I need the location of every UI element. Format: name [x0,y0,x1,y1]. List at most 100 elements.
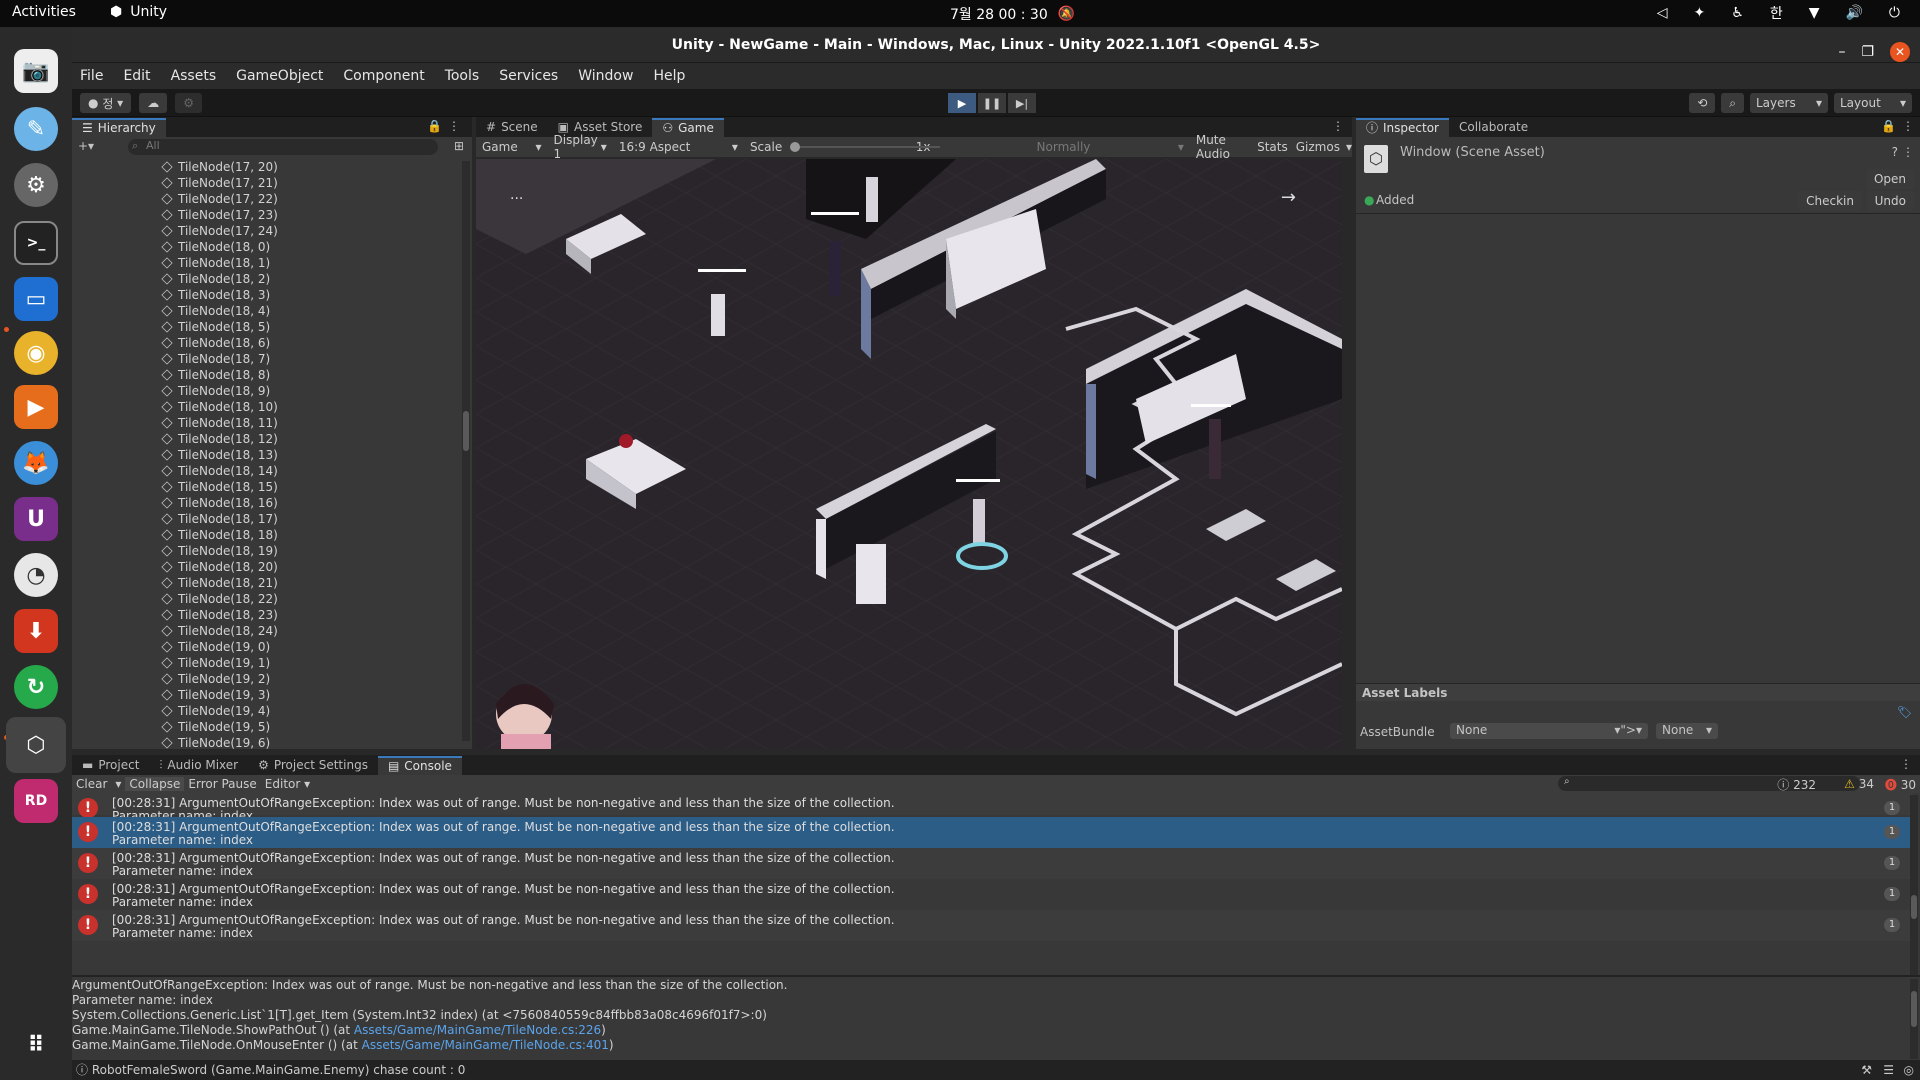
editor-target-dropdown[interactable]: Editor ▾ [261,777,314,791]
settings-app-icon[interactable]: ⚙ [14,163,58,207]
console-entry[interactable]: ! [00:28:31] ArgumentOutOfRangeException:… [72,879,1912,910]
menu-help[interactable]: Help [653,68,685,84]
tab-project[interactable]: ▬ Project [72,756,149,775]
power-icon[interactable]: ⏻ [1889,5,1900,21]
scene-visibility-icon[interactable]: ⊞ [454,139,464,153]
debug-icon[interactable]: ⚒ [1861,1060,1872,1080]
hierarchy-item[interactable]: TileNode(19, 6) [72,735,462,749]
show-apps-icon[interactable]: ⠿ [14,1023,58,1067]
progress-icon[interactable]: ◎ [1904,1060,1914,1080]
hierarchy-item[interactable]: TileNode(18, 9) [72,383,462,399]
console-list-scrollbar[interactable] [1910,795,1918,975]
hierarchy-search-input[interactable]: ⌕ All [128,139,438,155]
ingame-menu-button[interactable]: ... [510,187,523,203]
hierarchy-item[interactable]: TileNode(17, 23) [72,207,462,223]
activities-button[interactable]: Activities [12,4,76,20]
accessibility-icon[interactable]: ♿ [1731,5,1744,21]
pencil-app-icon[interactable]: ✎ [14,107,58,151]
hierarchy-item[interactable]: TileNode(18, 18) [72,527,462,543]
hierarchy-item[interactable]: TileNode(18, 20) [72,559,462,575]
assetbundle-dropdown[interactable]: None ▾">▾ [1450,723,1648,739]
hierarchy-item[interactable]: TileNode(18, 14) [72,463,462,479]
ingame-next-button[interactable]: → [1281,187,1296,208]
hierarchy-item[interactable]: TileNode(18, 4) [72,303,462,319]
fox-app-icon[interactable]: 🦊 [14,441,58,485]
menu-tools[interactable]: Tools [445,68,480,84]
maximize-icon[interactable]: ❐ [1861,34,1874,70]
error-filter-toggle[interactable]: ⓿ 30 [1885,776,1916,793]
menu-assets[interactable]: Assets [171,68,217,84]
open-button[interactable]: Open [1865,169,1914,189]
menu-gameobject[interactable]: GameObject [236,68,323,84]
clock[interactable]: 7월 28 00 : 30 🔕 [950,4,1075,24]
terminal-app-icon[interactable]: >_ [14,221,58,265]
hierarchy-item[interactable]: TileNode(19, 3) [72,687,462,703]
console-entry[interactable]: ! [00:28:31] ArgumentOutOfRangeException:… [72,817,1912,848]
downloader-app-icon[interactable]: ⬇ [14,609,58,653]
layers-dropdown[interactable]: Layers ▾ [1750,93,1828,113]
menu-edit[interactable]: Edit [123,68,150,84]
chevron-down-icon[interactable]: ▾ [111,777,125,791]
hierarchy-item[interactable]: TileNode(18, 11) [72,415,462,431]
pause-button[interactable]: ❚❚ [978,93,1006,113]
stats-toggle[interactable]: Stats [1257,140,1288,154]
hierarchy-item[interactable]: TileNode(19, 0) [72,639,462,655]
hierarchy-item[interactable]: TileNode(18, 12) [72,431,462,447]
help-icon[interactable]: ? [1892,145,1898,159]
hierarchy-item[interactable]: TileNode(17, 24) [72,223,462,239]
hierarchy-item[interactable]: TileNode(18, 10) [72,399,462,415]
window-titlebar[interactable]: Unity - NewGame - Main - Windows, Mac, L… [72,27,1920,63]
more-menu-icon[interactable]: ⋮ [1900,757,1912,771]
chrome-app-icon[interactable]: ◉ [14,331,58,375]
gizmos-toggle[interactable]: Gizmos [1296,140,1340,154]
close-icon[interactable]: ✕ [1890,42,1910,62]
volume-icon[interactable]: 🔊 [1845,5,1862,21]
stack-icon[interactable]: ☰ [1883,1060,1894,1080]
lock-icon[interactable]: 🔒 [427,119,442,133]
wifi-icon[interactable]: ▼ [1809,5,1820,21]
tag-icon[interactable]: 🏷 [1897,705,1912,719]
hierarchy-item[interactable]: TileNode(18, 0) [72,239,462,255]
error-pause-toggle[interactable]: Error Pause [184,777,260,791]
hierarchy-item[interactable]: TileNode(17, 21) [72,175,462,191]
tab-console[interactable]: ▤ Console [377,756,462,775]
cloud-button[interactable]: ☁ [139,93,168,113]
video-player-app-icon[interactable]: ▶ [14,385,58,429]
hierarchy-item[interactable]: TileNode(18, 24) [72,623,462,639]
tab-game[interactable]: ⚇ Game [652,118,724,137]
game-mode-dropdown[interactable]: Game ▾ [476,140,548,154]
play-focus-dropdown[interactable]: Normally ▾ [1031,140,1190,154]
rider-app-icon[interactable]: RD [14,779,58,823]
chevron-down-icon[interactable]: ▾ [1346,140,1352,154]
hierarchy-item[interactable]: TileNode(19, 2) [72,671,462,687]
hierarchy-item[interactable]: TileNode(19, 1) [72,655,462,671]
telegram-icon[interactable]: ◁ [1657,5,1668,21]
play-button[interactable]: ▶ [948,93,976,113]
hierarchy-item[interactable]: TileNode(18, 13) [72,447,462,463]
menu-window[interactable]: Window [578,68,633,84]
add-object-button[interactable]: +▾ [78,139,94,153]
scale-slider[interactable] [790,141,941,153]
lock-icon[interactable]: 🔒 [1881,119,1896,133]
minimize-icon[interactable]: – [1838,34,1845,70]
hierarchy-item[interactable]: TileNode(18, 1) [72,255,462,271]
aspect-dropdown[interactable]: 16:9 Aspect ▾ [613,140,744,154]
files-app-icon[interactable]: ▭ [14,277,58,321]
hierarchy-item[interactable]: TileNode(18, 8) [72,367,462,383]
console-entry[interactable]: ! [00:28:31] ArgumentOutOfRangeException:… [72,793,1912,823]
screenshot-app-icon[interactable]: 📷 [14,49,58,93]
hierarchy-item[interactable]: TileNode(18, 3) [72,287,462,303]
hierarchy-item[interactable]: TileNode(18, 22) [72,591,462,607]
hierarchy-item[interactable]: TileNode(19, 4) [72,703,462,719]
menu-component[interactable]: Component [343,68,424,84]
hierarchy-item[interactable]: TileNode(18, 2) [72,271,462,287]
app-menu[interactable]: ⬢ Unity [110,4,167,20]
hierarchy-item[interactable]: TileNode(18, 23) [72,607,462,623]
hierarchy-item[interactable]: TileNode(19, 5) [72,719,462,735]
history-button[interactable]: ⟲ [1689,93,1716,113]
updater-app-icon[interactable]: ↻ [14,665,58,709]
status-bar[interactable]: ⓘ RobotFemaleSword (Game.MainGame.Enemy)… [72,1060,1920,1080]
source-link[interactable]: Assets/Game/MainGame/TileNode.cs:226 [354,1023,601,1037]
more-menu-icon[interactable]: ⋮ [1902,145,1914,159]
more-menu-icon[interactable]: ⋮ [1332,119,1344,133]
